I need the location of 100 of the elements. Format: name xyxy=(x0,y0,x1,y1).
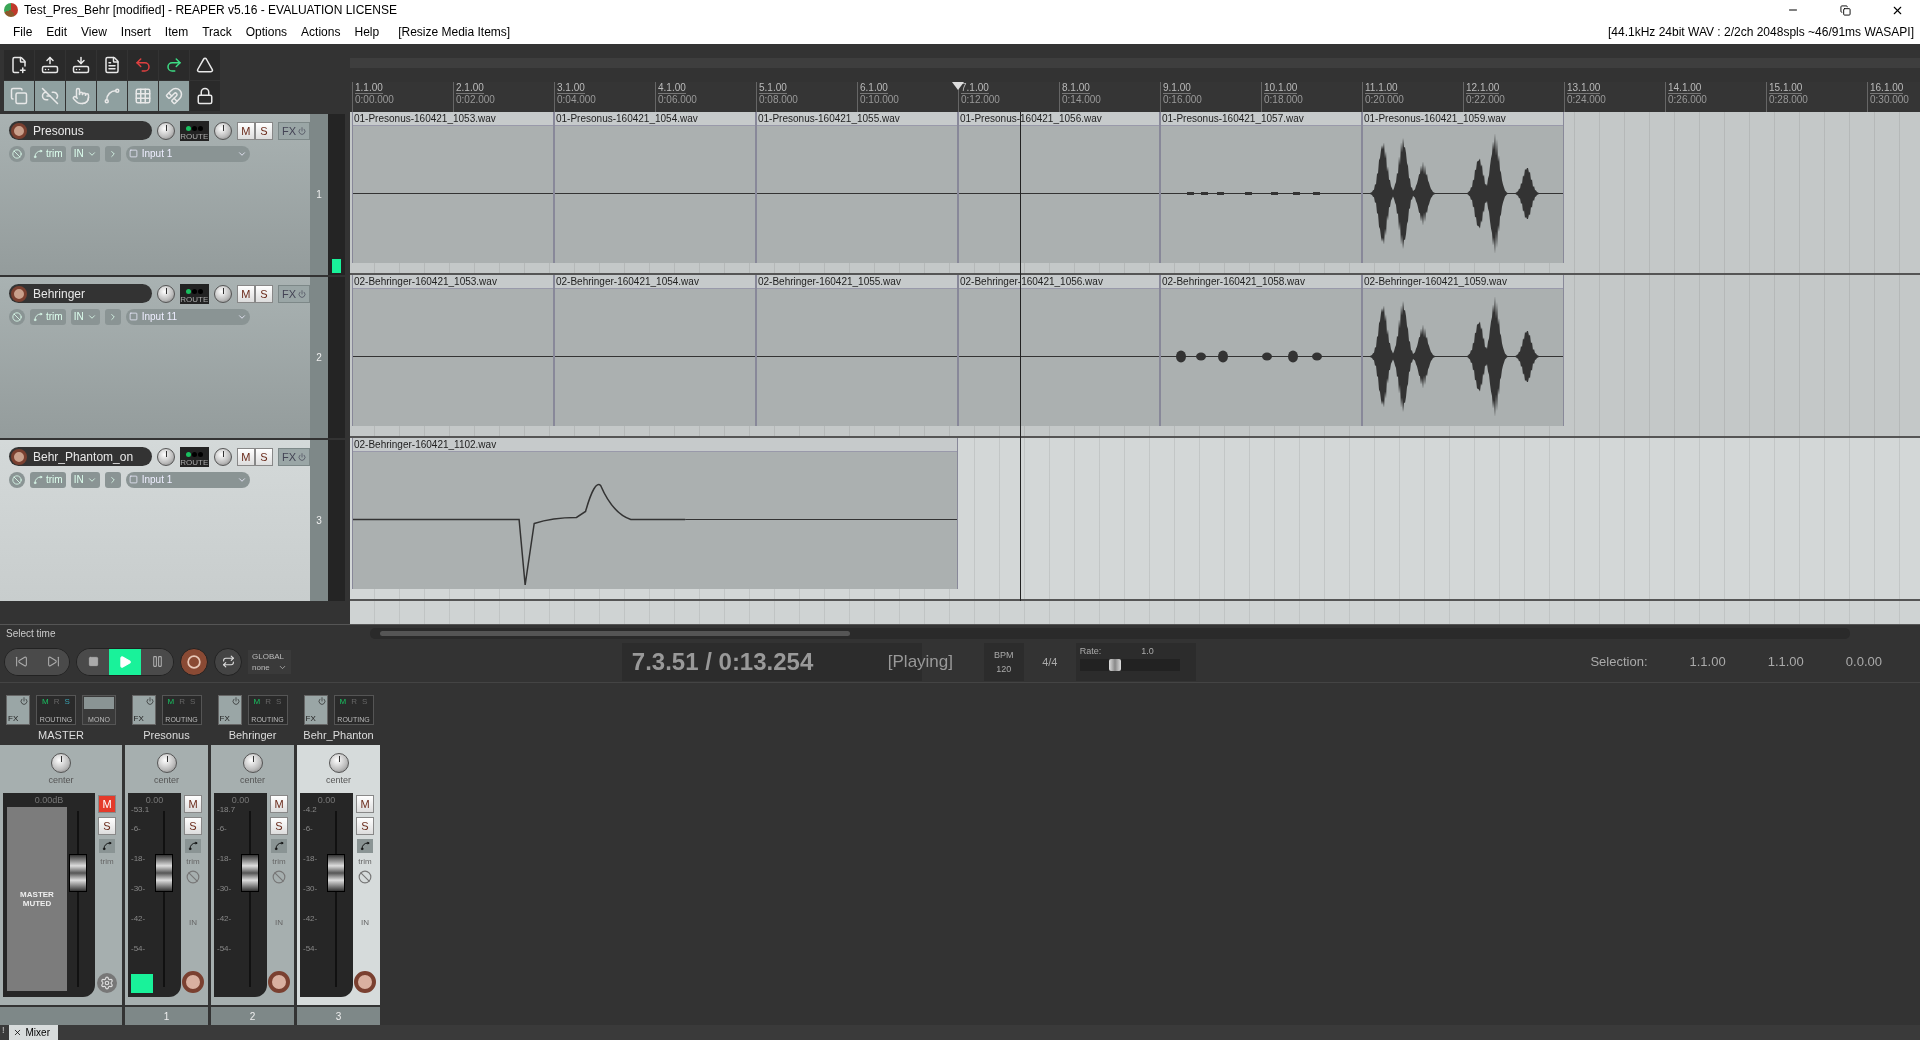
pan-knob[interactable] xyxy=(156,753,177,773)
fx-button[interactable]: FX xyxy=(303,695,328,725)
skip-forward-button[interactable] xyxy=(37,648,69,675)
record-arm-button[interactable] xyxy=(354,971,376,993)
toolbar-button[interactable] xyxy=(35,49,65,80)
play-button[interactable] xyxy=(109,648,141,675)
solo-button[interactable]: S xyxy=(184,817,202,835)
track-header[interactable]: Behringer ROUTE M S FX trim IN Input 11 xyxy=(0,276,310,438)
media-item[interactable]: 01-Presonus-160421_1059.wav xyxy=(1362,111,1564,263)
pan-knob[interactable] xyxy=(213,121,232,140)
mute-button[interactable]: M xyxy=(236,447,255,466)
channel-strip[interactable]: center 0.00 -53.1 -6- -18- -30- -42- -54- M S trim IN xyxy=(125,745,208,1005)
volume-knob[interactable] xyxy=(156,447,175,466)
record-arm-button[interactable] xyxy=(11,122,27,139)
envelope-button[interactable] xyxy=(271,839,287,853)
track-name-field[interactable]: Presonus xyxy=(9,121,152,141)
menu-item[interactable]: Item xyxy=(157,22,196,42)
track-name-field[interactable]: Behr_Phantom_on xyxy=(9,447,152,467)
toolbar-button[interactable] xyxy=(190,80,220,111)
menu-item[interactable]: View xyxy=(74,22,114,42)
toolbar-button[interactable] xyxy=(97,80,127,111)
volume-knob[interactable] xyxy=(156,121,175,140)
toolbar-button[interactable] xyxy=(190,49,220,80)
menu-item[interactable]: Help xyxy=(347,22,387,42)
fader-track[interactable] xyxy=(68,811,88,987)
fader-thumb[interactable] xyxy=(155,853,173,892)
pause-button[interactable] xyxy=(141,648,173,675)
fx-button[interactable]: FX xyxy=(6,695,30,725)
record-button[interactable] xyxy=(180,647,208,676)
track-header[interactable]: Presonus ROUTE M S FX trim IN Input 1 xyxy=(0,113,310,275)
solo-button[interactable]: S xyxy=(270,817,288,835)
toolbar-button[interactable] xyxy=(159,80,189,111)
solo-button[interactable]: S xyxy=(254,121,273,140)
toolbar-button[interactable] xyxy=(97,49,127,80)
mute-button[interactable]: M xyxy=(236,284,255,303)
fx-button[interactable]: FX xyxy=(277,284,310,303)
skip-back-button[interactable] xyxy=(5,648,37,675)
fader-track[interactable] xyxy=(326,811,346,987)
solo-button[interactable]: S xyxy=(356,817,374,835)
toolbar-button[interactable] xyxy=(4,49,34,80)
fader-thumb[interactable] xyxy=(69,853,87,892)
channel-strip[interactable]: center 0.00 -4.2 -6- -18- -30- -42- -54- M S trim IN xyxy=(297,745,380,1005)
volume-knob[interactable] xyxy=(156,284,175,303)
mute-button[interactable]: M xyxy=(270,795,288,813)
edit-cursor-marker[interactable] xyxy=(952,81,964,90)
toolbar-button[interactable] xyxy=(66,49,96,80)
record-arm-button[interactable] xyxy=(182,971,204,993)
fader-thumb[interactable] xyxy=(327,853,345,892)
menu-item[interactable]: Actions xyxy=(294,22,348,42)
fx-button[interactable]: FX xyxy=(217,695,242,725)
pan-knob[interactable] xyxy=(242,753,263,773)
media-item[interactable]: 02-Behringer-160421_1102.wav xyxy=(352,437,958,589)
pan-knob[interactable] xyxy=(213,284,232,303)
fader-track[interactable] xyxy=(154,811,174,987)
fx-button[interactable]: FX xyxy=(277,121,310,140)
pan-knob[interactable] xyxy=(213,447,232,466)
solo-button[interactable]: S xyxy=(254,284,273,303)
mute-button[interactable]: M xyxy=(356,795,374,813)
solo-button[interactable]: S xyxy=(98,817,116,835)
solo-button[interactable]: S xyxy=(254,447,273,466)
toolbar-button[interactable] xyxy=(128,80,158,111)
fader-track[interactable] xyxy=(240,811,260,987)
channel-strip[interactable]: center 0.00 -18.7 -6- -18- -30- -42- -54- M S trim IN xyxy=(211,745,294,1005)
route-button[interactable]: ROUTE xyxy=(179,283,209,304)
track-header[interactable]: Behr_Phantom_on ROUTE M S FX trim IN Input 1 xyxy=(0,439,310,601)
automation-mode-select[interactable]: none xyxy=(252,662,287,672)
route-button[interactable]: ROUTE xyxy=(179,120,209,141)
menu-item[interactable]: Edit xyxy=(39,22,75,42)
media-item[interactable]: 02-Behringer-160421_1058.wav xyxy=(1160,274,1362,426)
pan-knob[interactable] xyxy=(328,753,349,773)
route-button[interactable]: ROUTE xyxy=(179,446,209,467)
toolbar-button[interactable] xyxy=(35,80,65,111)
rate-slider[interactable] xyxy=(1079,658,1180,671)
channel-strip[interactable]: center 0.00dB MASTER MUTED M S trim xyxy=(0,745,122,1005)
stop-button[interactable] xyxy=(77,648,109,675)
horizontal-scrollbar[interactable] xyxy=(370,627,1850,639)
repeat-button[interactable] xyxy=(214,647,242,676)
menu-item[interactable]: Track xyxy=(195,22,239,42)
menu-item[interactable]: File xyxy=(6,22,40,42)
media-item[interactable]: 02-Behringer-160421_1059.wav xyxy=(1362,274,1564,426)
menu-item[interactable]: Insert xyxy=(113,22,158,42)
record-arm-button[interactable] xyxy=(11,448,27,465)
envelope-button[interactable] xyxy=(357,839,373,853)
menu-item[interactable]: Options xyxy=(238,22,295,42)
media-item[interactable]: 01-Presonus-160421_1057.wav xyxy=(1160,111,1362,263)
fx-button[interactable]: FX xyxy=(277,447,310,466)
envelope-button[interactable] xyxy=(185,839,201,853)
pan-knob[interactable] xyxy=(51,753,71,773)
toolbar-button[interactable] xyxy=(66,80,96,111)
toolbar-button[interactable] xyxy=(4,80,34,111)
mute-button[interactable]: M xyxy=(98,795,116,813)
track-name-field[interactable]: Behringer xyxy=(9,284,152,304)
fader-thumb[interactable] xyxy=(241,853,259,892)
dock-tab[interactable]: Mixer xyxy=(8,1025,58,1040)
slider-thumb[interactable] xyxy=(1108,658,1121,671)
record-arm-button[interactable] xyxy=(268,971,290,993)
toolbar-button[interactable] xyxy=(159,49,189,80)
fx-button[interactable]: FX xyxy=(131,695,156,725)
record-arm-button[interactable] xyxy=(11,285,27,302)
settings-button[interactable] xyxy=(97,973,117,993)
